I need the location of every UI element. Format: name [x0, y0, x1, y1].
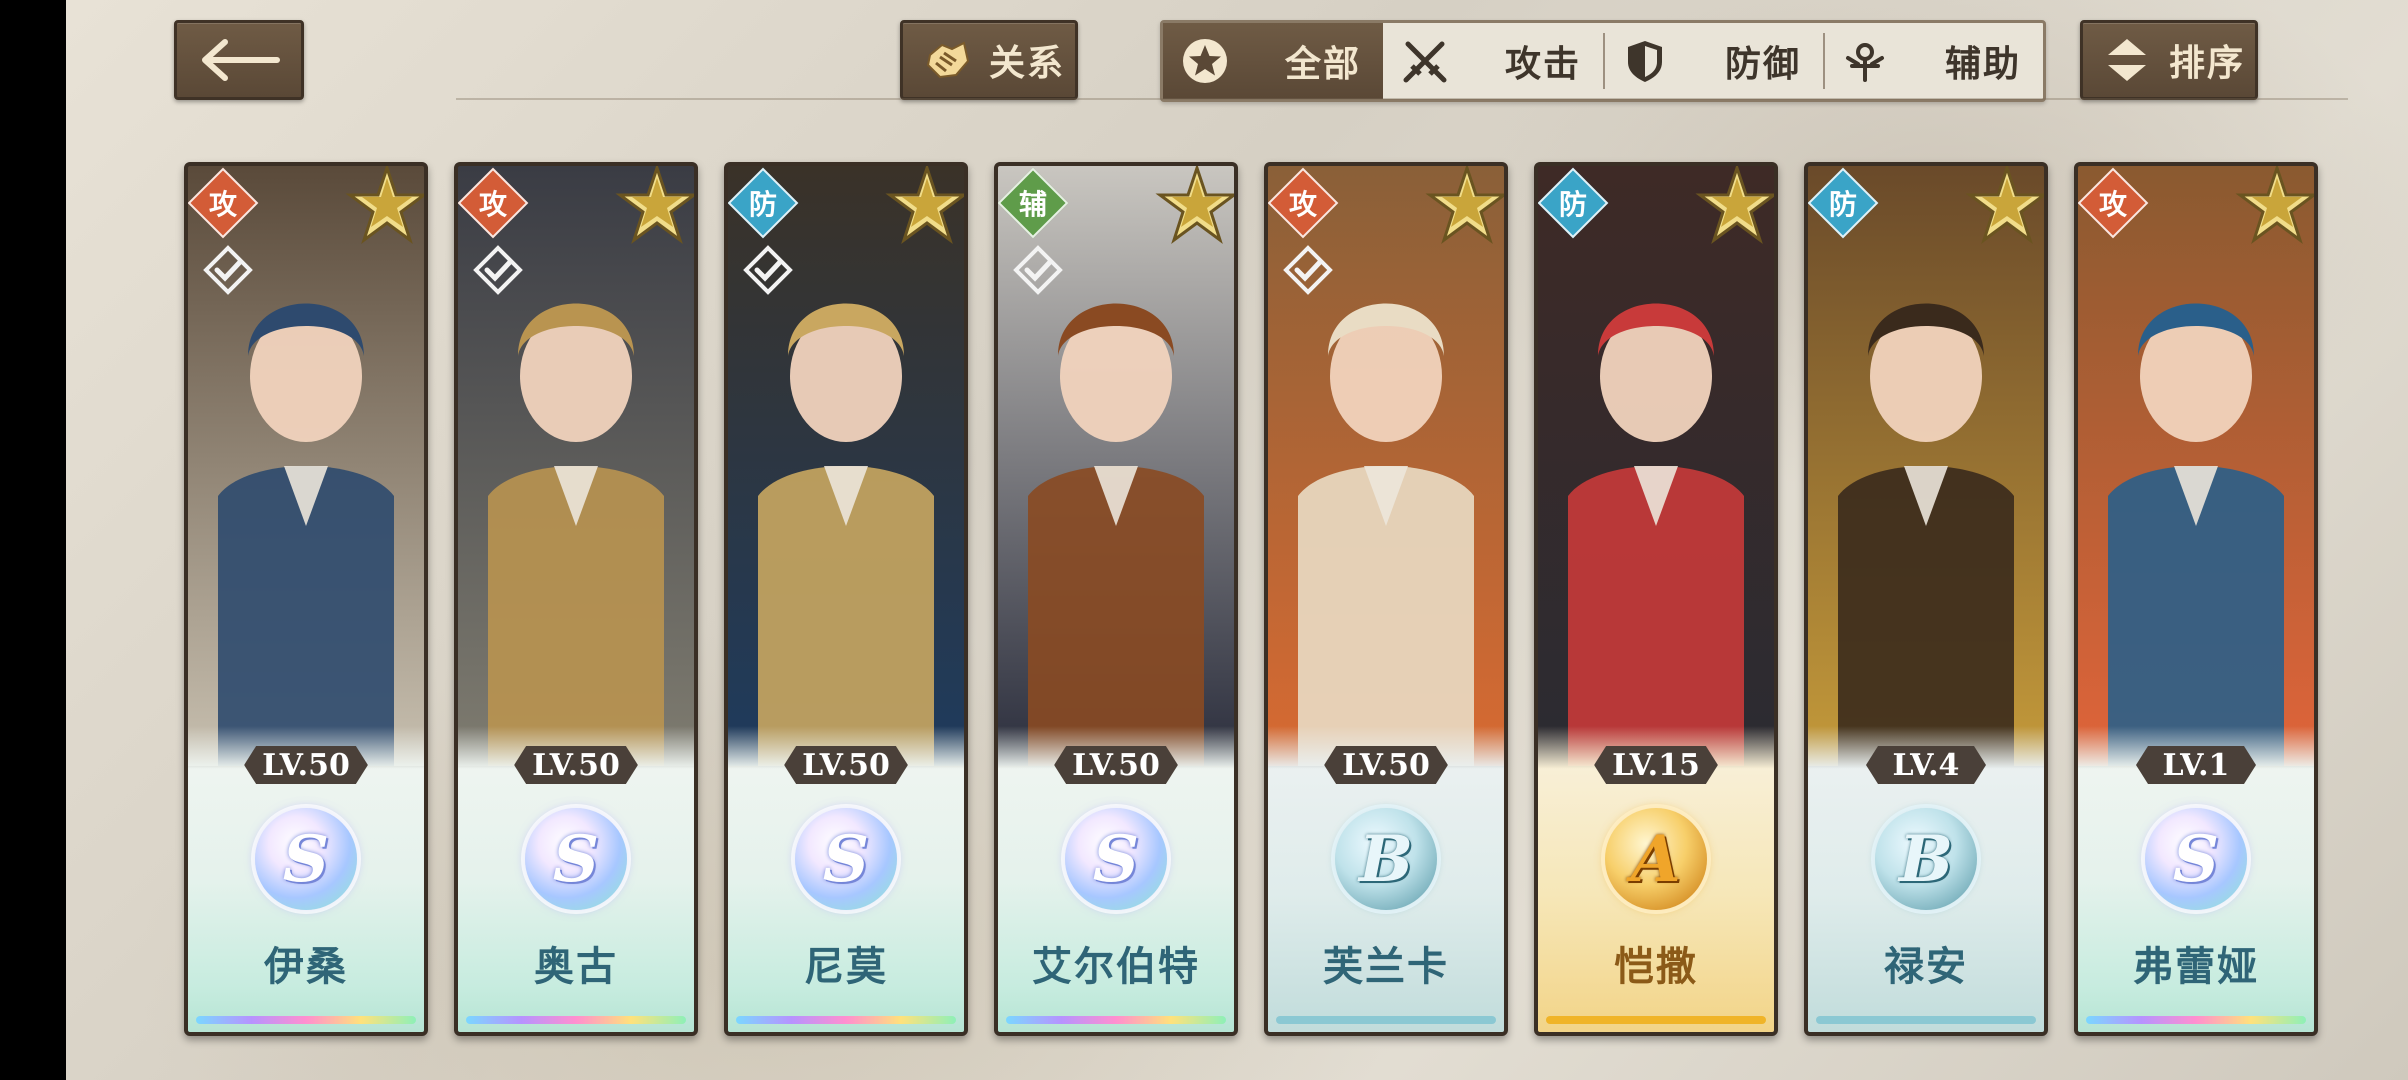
tab-all[interactable]: 全部 — [1163, 23, 1383, 99]
relation-button[interactable]: 关系 — [900, 20, 1078, 100]
handshake-icon — [919, 32, 975, 88]
character-portrait — [1538, 166, 1774, 766]
sort-label: 排序 — [2169, 43, 2246, 84]
support-emblem-icon — [1837, 33, 1893, 89]
level-label: LV.50 — [784, 746, 908, 784]
role-badge-label: 防 — [1558, 188, 1587, 221]
rarity-bar — [1006, 1016, 1226, 1024]
role-badge-label: 防 — [748, 188, 777, 221]
character-name: 芙兰卡 — [1323, 944, 1449, 990]
sort-button[interactable]: 排序 — [2080, 20, 2258, 100]
character-name: 艾尔伯特 — [1032, 944, 1200, 990]
character-name: 奥古 — [534, 944, 618, 990]
star-icon — [1155, 166, 1234, 244]
star-icon — [1965, 166, 2044, 244]
rank-badge: B — [1335, 808, 1437, 910]
rarity-bar — [1546, 1016, 1766, 1024]
character-portrait — [1808, 166, 2044, 766]
star-circle-icon — [1177, 33, 1233, 89]
header-divider — [456, 98, 2348, 100]
star-icon — [615, 166, 694, 244]
character-name: 伊桑 — [264, 944, 348, 990]
check-icon — [743, 245, 793, 295]
character-card[interactable]: 攻 LV.50 S 奥古 — [454, 162, 698, 1036]
rank-badge: S — [2145, 808, 2247, 910]
rank-badge: S — [255, 808, 357, 910]
character-name: 尼莫 — [804, 944, 888, 990]
level-label: LV.50 — [244, 746, 368, 784]
role-filter-tabs: 全部 攻击 防御 辅助 — [1160, 20, 2046, 102]
character-card[interactable]: 防 LV.4 B 禄安 — [1804, 162, 2048, 1036]
level-label: LV.50 — [514, 746, 638, 784]
hero-collection-screen: 关系 全部 攻击 防御 辅助 排序 攻 LV.50 S 伊桑 攻 LV.50 S… — [66, 0, 2408, 1080]
tab-support[interactable]: 辅助 — [1823, 23, 2043, 99]
star-icon — [2235, 166, 2314, 244]
star-icon — [1425, 166, 1504, 244]
level-label: LV.50 — [1054, 746, 1178, 784]
relation-label: 关系 — [989, 43, 1066, 84]
tab-all-label: 全部 — [1284, 44, 1361, 85]
rarity-bar — [196, 1016, 416, 1024]
role-badge-label: 攻 — [1288, 188, 1317, 221]
sort-arrows-icon — [2099, 32, 2155, 88]
tab-defense-label: 防御 — [1724, 44, 1801, 85]
character-card[interactable]: 辅 LV.50 S 艾尔伯特 — [994, 162, 1238, 1036]
level-label: LV.15 — [1594, 746, 1718, 784]
check-icon — [1013, 245, 1063, 295]
rarity-bar — [1816, 1016, 2036, 1024]
tab-support-label: 辅助 — [1944, 44, 2021, 85]
star-icon — [345, 166, 424, 244]
back-arrow-icon — [202, 39, 280, 81]
tab-attack[interactable]: 攻击 — [1383, 23, 1603, 99]
character-card[interactable]: 攻 LV.50 S 伊桑 — [184, 162, 428, 1036]
level-label: LV.50 — [1324, 746, 1448, 784]
rank-badge: S — [1065, 808, 1167, 910]
role-badge-label: 攻 — [478, 188, 507, 221]
shield-icon — [1617, 33, 1673, 89]
rarity-bar — [1276, 1016, 1496, 1024]
rank-badge: S — [525, 808, 627, 910]
character-card[interactable]: 防 LV.50 S 尼莫 — [724, 162, 968, 1036]
character-card[interactable]: 攻 LV.1 S 弗蕾娅 — [2074, 162, 2318, 1036]
star-icon — [885, 166, 964, 244]
character-card[interactable]: 防 LV.15 A 恺撒 — [1534, 162, 1778, 1036]
character-name: 恺撒 — [1614, 944, 1698, 990]
role-badge-label: 辅 — [1018, 188, 1047, 221]
check-icon — [473, 245, 523, 295]
character-name: 禄安 — [1884, 944, 1968, 990]
role-badge-label: 防 — [1828, 188, 1857, 221]
star-icon — [1695, 166, 1774, 244]
check-icon — [203, 245, 253, 295]
character-name: 弗蕾娅 — [2133, 944, 2259, 990]
rank-badge: S — [795, 808, 897, 910]
tab-defense[interactable]: 防御 — [1603, 23, 1823, 99]
rarity-bar — [736, 1016, 956, 1024]
check-icon — [1283, 245, 1333, 295]
character-portrait — [2078, 166, 2314, 766]
crossed-swords-icon — [1397, 33, 1453, 89]
character-card[interactable]: 攻 LV.50 B 芙兰卡 — [1264, 162, 1508, 1036]
tab-attack-label: 攻击 — [1504, 44, 1581, 85]
level-label: LV.1 — [2136, 746, 2256, 784]
role-badge-label: 攻 — [208, 188, 237, 221]
rarity-bar — [466, 1016, 686, 1024]
rank-badge: A — [1605, 808, 1707, 910]
back-button[interactable] — [174, 20, 304, 100]
role-badge-label: 攻 — [2098, 188, 2127, 221]
rank-badge: B — [1875, 808, 1977, 910]
level-label: LV.4 — [1866, 746, 1986, 784]
rarity-bar — [2086, 1016, 2306, 1024]
